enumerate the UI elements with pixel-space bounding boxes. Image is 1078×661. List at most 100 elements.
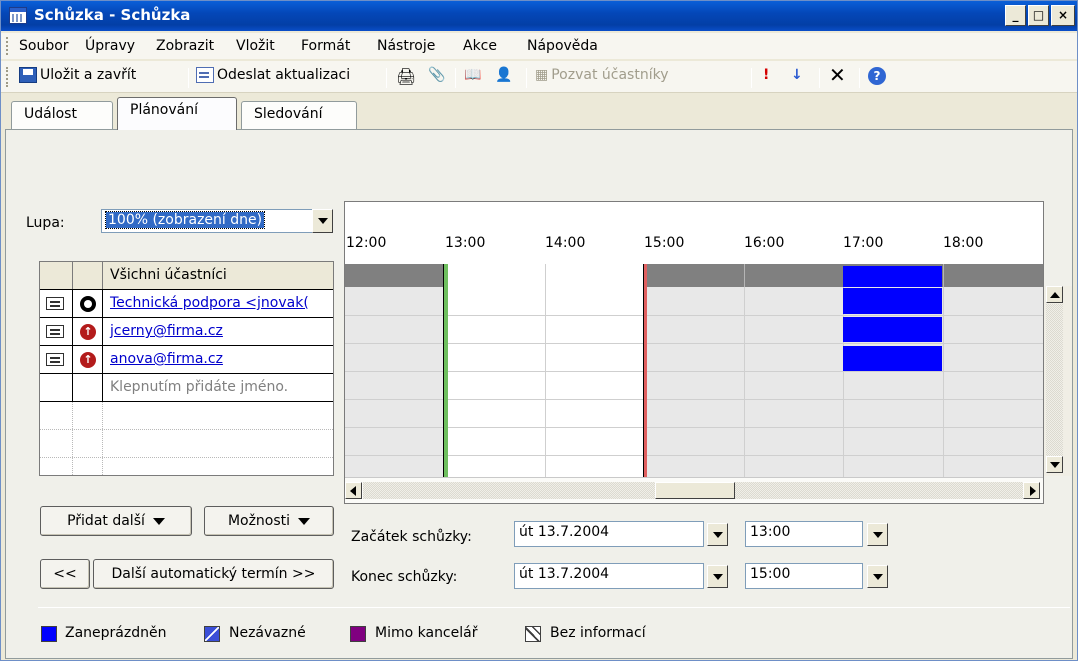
attach-button[interactable]: 📎	[428, 67, 445, 83]
menu-nastroje[interactable]: Nástroje	[377, 38, 435, 54]
attendee-name[interactable]: Technická podpora <jnovak(	[110, 295, 309, 311]
scroll-down-button[interactable]	[1046, 456, 1063, 473]
attendee-name[interactable]: jcerny@firma.cz	[110, 323, 223, 339]
envelope-icon[interactable]	[46, 297, 64, 310]
delete-x-icon: ✕	[829, 63, 846, 87]
add-name-hint[interactable]: Klepnutím přidáte jméno.	[110, 379, 288, 395]
menu-napoveda[interactable]: Nápověda	[527, 38, 598, 54]
envelope-icon	[196, 67, 214, 83]
hour-label: 14:00	[545, 235, 586, 251]
tab-planovani-label: Plánování	[130, 102, 198, 118]
add-attendee-row[interactable]: Klepnutím přidáte jméno.	[40, 374, 333, 402]
required-attendee-icon[interactable]: ↑	[80, 324, 96, 340]
add-more-button[interactable]: Přidat další	[40, 506, 192, 536]
tab-strip: Událost Plánování Sledování	[1, 97, 1077, 130]
invite-attendees-button[interactable]: ▦ Pozvat účastníky	[535, 67, 668, 83]
required-attendee-icon[interactable]: ↑	[80, 352, 96, 368]
legend-tentative-label: Nezávazné	[229, 625, 306, 641]
attendee-list: Všichni účastníci Technická podpora <jno…	[39, 261, 334, 476]
scroll-right-button[interactable]	[1023, 482, 1040, 499]
menu-vlozit[interactable]: Vložit	[236, 38, 275, 54]
attendee-row[interactable]: Technická podpora <jnovak(	[40, 290, 333, 318]
end-date-dropdown[interactable]	[707, 565, 728, 588]
high-importance-button[interactable]: !	[763, 67, 769, 83]
menu-format[interactable]: Formát	[301, 38, 350, 54]
attendee-header-row: Všichni účastníci	[40, 262, 333, 290]
col-mail	[40, 262, 73, 289]
legend-out-of-office-swatch	[350, 626, 366, 642]
hour-label: 18:00	[943, 235, 984, 251]
scroll-track[interactable]	[1046, 304, 1063, 456]
save-close-button[interactable]: Uložit a zavřít	[19, 67, 136, 83]
start-time-field[interactable]: 13:00	[745, 521, 863, 547]
toolbar-grip	[6, 67, 9, 87]
scroll-thumb[interactable]	[655, 482, 735, 499]
end-time-field[interactable]: 15:00	[745, 563, 863, 589]
invite-icon: ▦	[535, 67, 549, 83]
busy-block	[843, 317, 942, 342]
options-button[interactable]: Možnosti	[204, 506, 334, 536]
title-bar[interactable]: Schůzka - Schůzka _ □ ×	[1, 1, 1077, 31]
meeting-end-marker[interactable]	[643, 264, 647, 477]
tab-planovani[interactable]: Plánování	[117, 97, 237, 130]
grid-row-line	[345, 455, 1043, 456]
end-date-field[interactable]: út 13.7.2004	[514, 563, 704, 589]
end-date-value: út 13.7.2004	[519, 566, 610, 582]
print-button[interactable]: 🖨	[396, 67, 416, 86]
col-type: ↑	[73, 318, 103, 345]
horizontal-scrollbar[interactable]	[345, 477, 1043, 503]
meeting-start-marker[interactable]	[443, 264, 448, 477]
minimize-button[interactable]: _	[1005, 5, 1026, 26]
zoom-dropdown-arrow[interactable]	[312, 209, 333, 233]
attendee-row[interactable]: ↑ jcerny@firma.cz	[40, 318, 333, 346]
legend-busy-label: Zaneprázdněn	[65, 625, 167, 641]
start-time-dropdown[interactable]	[867, 523, 888, 546]
menu-soubor[interactable]: Soubor	[19, 38, 69, 54]
tab-sledovani[interactable]: Sledování	[241, 101, 357, 129]
grid-row-line	[345, 315, 1043, 316]
free-busy-grid[interactable]: 12:00 13:00 14:00 15:00 16:00 17:00 18:0…	[344, 201, 1044, 504]
vertical-scrollbar[interactable]	[1044, 286, 1072, 476]
hour-label: 12:00	[346, 235, 387, 251]
empty-row	[40, 458, 333, 475]
envelope-icon[interactable]	[46, 353, 64, 366]
col-type: ↑	[73, 346, 103, 373]
hour-label: 17:00	[843, 235, 884, 251]
col-mail	[40, 318, 73, 345]
low-importance-button[interactable]: ↓	[791, 67, 803, 83]
next-autopick-button[interactable]: Další automatický termín >>	[93, 559, 334, 589]
envelope-icon[interactable]	[46, 325, 64, 338]
maximize-button[interactable]: □	[1028, 5, 1049, 26]
arrow-left-icon	[350, 486, 356, 496]
menu-upravy[interactable]: Úpravy	[85, 38, 135, 54]
col-mail	[40, 402, 73, 429]
help-button[interactable]: ?	[868, 67, 886, 85]
add-more-label: Přidat další	[67, 513, 145, 529]
col-type	[73, 374, 103, 401]
help-icon: ?	[868, 67, 886, 85]
start-date-field[interactable]: út 13.7.2004	[514, 521, 704, 547]
address-book-button[interactable]: 📖	[464, 67, 481, 83]
end-time-dropdown[interactable]	[867, 565, 888, 588]
scroll-up-button[interactable]	[1046, 286, 1063, 303]
menu-zobrazit[interactable]: Zobrazit	[156, 38, 214, 54]
start-date-dropdown[interactable]	[707, 523, 728, 546]
send-update-button[interactable]: Odeslat aktualizaci	[196, 67, 350, 83]
attendee-row[interactable]: ↑ anova@firma.cz	[40, 346, 333, 374]
grid-line	[744, 264, 745, 287]
zoom-label: Lupa:	[26, 215, 65, 231]
zoom-select[interactable]: 100% (zobrazení dne)	[101, 209, 315, 233]
attendee-name[interactable]: anova@firma.cz	[110, 351, 223, 367]
scroll-left-button[interactable]	[345, 482, 362, 499]
address-book-icon: 📖	[464, 67, 482, 83]
col-type	[73, 430, 103, 457]
close-button[interactable]: ×	[1051, 5, 1075, 26]
menu-akce[interactable]: Akce	[463, 38, 497, 54]
previous-autopick-button[interactable]: <<	[40, 559, 90, 589]
delete-button[interactable]: ✕	[829, 63, 846, 87]
toolbar: Uložit a zavřít Odeslat aktualizaci 🖨 📎 …	[1, 61, 1077, 93]
organizer-icon[interactable]	[80, 296, 96, 312]
tab-udalost[interactable]: Událost	[11, 101, 113, 129]
chevron-down-icon	[152, 517, 165, 525]
check-names-button[interactable]: 👤	[495, 67, 512, 83]
